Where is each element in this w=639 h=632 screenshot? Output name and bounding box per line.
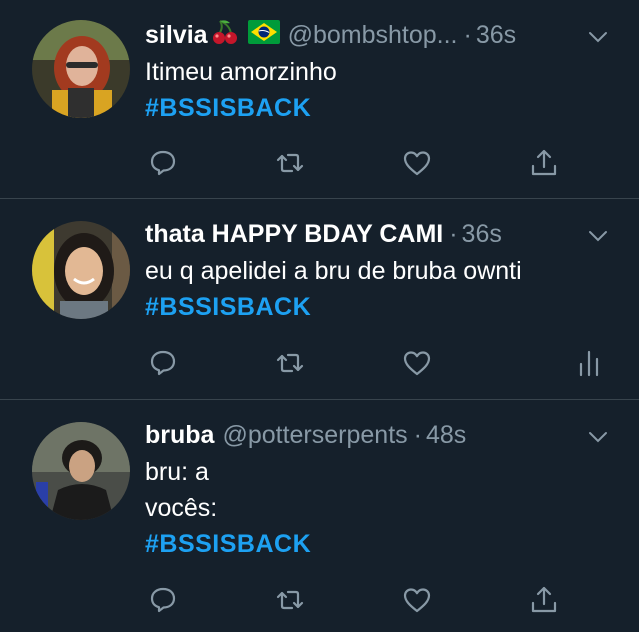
avatar-image [32,221,130,319]
cherries-emoji-icon [210,17,240,54]
timestamp[interactable]: 36s [476,21,516,50]
timestamp[interactable]: 36s [462,220,502,249]
reply-button[interactable] [145,582,181,618]
tweet-actions [145,145,619,181]
text-line: Itimeu amorzinho [145,58,337,86]
user-handle[interactable]: @potterserpents [222,421,407,450]
timestamp[interactable]: 48s [426,421,466,450]
tweet-text: bru: a vocês: #BSSISBACK [145,454,619,562]
chevron-down-icon[interactable] [587,426,609,448]
text-line: bru: a [145,458,209,486]
separator-dot: · [463,20,472,49]
avatar[interactable] [32,20,130,118]
like-icon [403,151,431,176]
text-line: vocês: [145,494,218,522]
like-button[interactable] [399,582,435,618]
separator-dot: · [449,219,458,248]
like-icon [403,351,431,376]
retweet-button[interactable] [272,145,308,181]
display-name[interactable]: thata HAPPY BDAY CAMI [145,220,443,249]
retweet-icon [276,590,304,610]
like-icon [403,588,431,613]
separator-dot: · [413,420,422,449]
retweet-icon [276,153,304,173]
retweet-icon [276,353,304,373]
avatar-image [32,20,130,118]
share-icon [531,586,557,613]
avatar[interactable] [32,422,130,520]
like-button[interactable] [399,345,435,381]
reply-icon [150,150,176,176]
tweet-text: eu q apelidei a bru de bruba ownti #BSSI… [145,253,619,325]
like-button[interactable] [399,145,435,181]
avatar-image [32,422,130,520]
chevron-down-icon[interactable] [587,26,609,48]
hashtag-link[interactable]: #BSSISBACK [145,526,619,562]
brazil-flag-icon [247,19,280,51]
analytics-button[interactable] [571,345,607,381]
share-button[interactable] [526,582,562,618]
tweet[interactable]: bruba @potterserpents · 48s bru: a vocês… [0,400,639,632]
chevron-down-icon[interactable] [587,225,609,247]
avatar[interactable] [32,221,130,319]
hashtag-link[interactable]: #BSSISBACK [145,289,619,325]
display-name[interactable]: silvia [145,21,208,50]
tweet-header: bruba @potterserpents · 48s [145,418,619,452]
tweet-header: thata HAPPY BDAY CAMI · 36s [145,217,619,251]
retweet-button[interactable] [272,345,308,381]
retweet-button[interactable] [272,582,308,618]
tweet[interactable]: silvia @bombshtop... · 36s Itimeu amorzi… [0,0,639,199]
display-name[interactable]: bruba [145,421,214,450]
tweet-header: silvia @bombshtop... · 36s [145,18,619,52]
share-button[interactable] [526,145,562,181]
analytics-icon [579,350,599,377]
share-icon [531,149,557,176]
tweet[interactable]: thata HAPPY BDAY CAMI · 36s eu q apelide… [0,199,639,400]
tweet-text: Itimeu amorzinho #BSSISBACK [145,54,619,126]
reply-icon [150,350,176,376]
reply-button[interactable] [145,145,181,181]
tweet-actions [145,582,619,618]
user-handle[interactable]: @bombshtop... [288,21,458,50]
text-line: eu q apelidei a bru de bruba ownti [145,257,522,285]
tweet-actions [145,345,619,381]
hashtag-link[interactable]: #BSSISBACK [145,90,619,126]
reply-icon [150,587,176,613]
reply-button[interactable] [145,345,181,381]
